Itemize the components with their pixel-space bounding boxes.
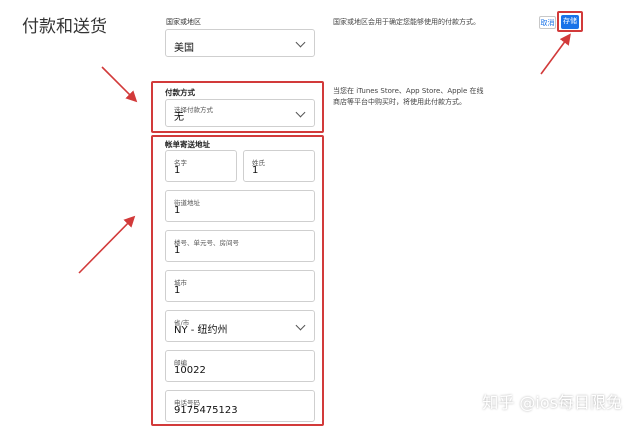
arrow-to-save — [540, 33, 571, 75]
arrow-to-payment — [101, 66, 138, 103]
arrow-to-billing — [78, 215, 136, 274]
annotation-arrows — [78, 33, 571, 274]
watermark: 知乎 @ios每日限免 — [482, 393, 622, 412]
